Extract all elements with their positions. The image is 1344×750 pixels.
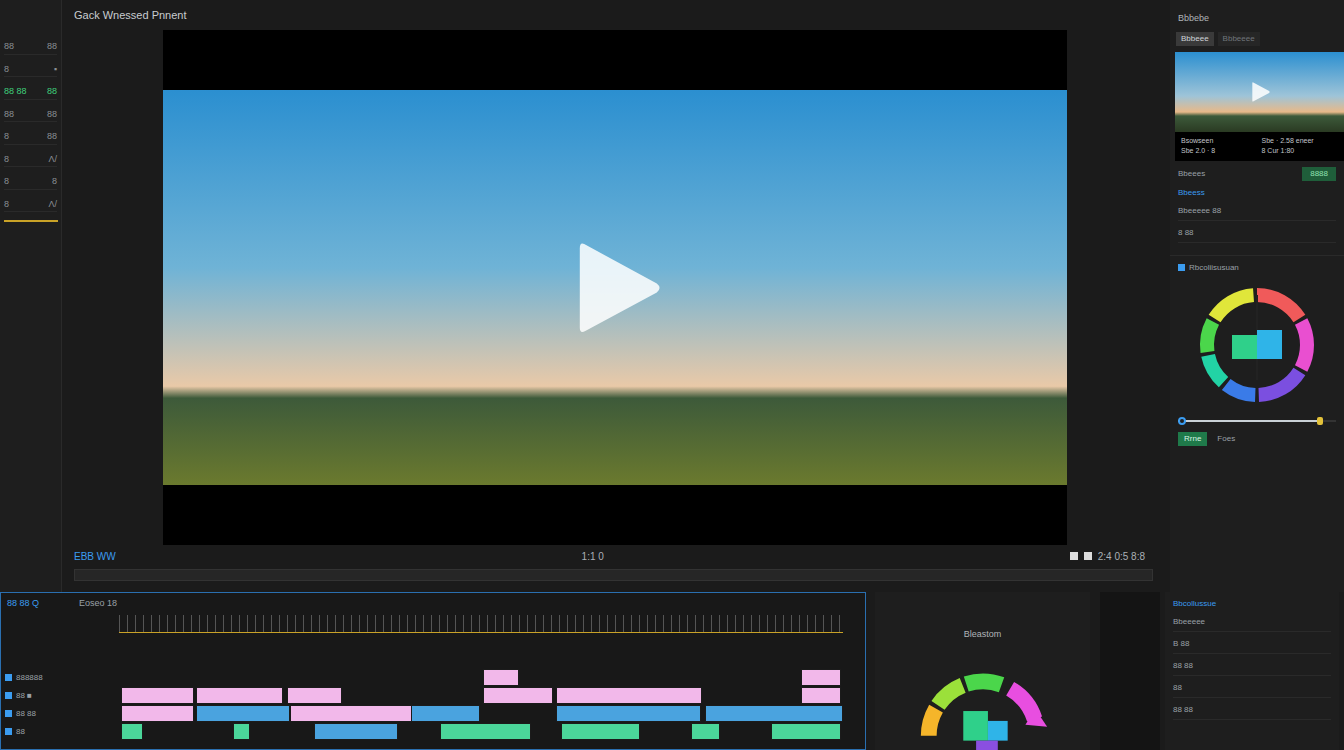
timeline-clip[interactable] — [121, 687, 193, 704]
left-panel-row[interactable]: 88 — [4, 175, 57, 190]
left-panel-divider — [4, 220, 58, 222]
timeline-clip[interactable] — [290, 705, 413, 722]
color-wheel-icon[interactable] — [1192, 280, 1322, 410]
timeline-clip[interactable] — [314, 723, 397, 740]
track-icon — [5, 728, 12, 735]
bottom-row[interactable]: 88 88 — [1173, 660, 1331, 676]
timeline-tracks: 88888888 ■88 8888 — [1, 669, 865, 740]
thumbnail-caption: BsowseenSbe · 2.58 eneerSbe 2.0 · 88 Cur… — [1175, 132, 1344, 161]
left-panel-row[interactable]: 8888 — [4, 40, 57, 55]
view-icon[interactable] — [1070, 552, 1078, 560]
panel-tab[interactable]: Bbbeeee — [1218, 32, 1260, 46]
timeline-clip[interactable] — [801, 687, 841, 704]
bottom-row[interactable]: 88 — [1173, 682, 1331, 698]
viewer-controls: EBB WW 1:1 0 2:4 0:5 8:8 — [62, 545, 1165, 567]
section-row[interactable]: Bbeeeee 88 — [1178, 205, 1336, 221]
color-panel: Bleastom — [875, 592, 1090, 750]
color-arc-icon[interactable] — [908, 642, 1058, 750]
timeline-clip[interactable] — [287, 687, 342, 704]
timeline-clip[interactable] — [233, 723, 250, 740]
timeline-ruler[interactable] — [119, 615, 843, 633]
color-button[interactable]: Rrne — [1178, 432, 1207, 446]
left-panel: 88888▪88 888888888888Λ/888Λ/ — [0, 0, 62, 592]
track-icon — [5, 692, 12, 699]
right-readout: 2:4 0:5 8:8 — [1098, 549, 1145, 564]
timecode: EBB WW — [74, 549, 116, 564]
timeline-clip[interactable] — [196, 687, 283, 704]
left-panel-row[interactable]: 8Λ/ — [4, 198, 57, 213]
play-icon[interactable] — [560, 233, 670, 343]
video-frame — [163, 90, 1067, 485]
timeline-clip[interactable] — [121, 705, 193, 722]
timeline-clip[interactable] — [411, 705, 480, 722]
timeline-clip[interactable] — [483, 687, 553, 704]
track-lane — [119, 723, 843, 740]
video-editor: 88888▪88 888888888888Λ/888Λ/Gack Wnessed… — [0, 0, 1344, 750]
info-section: BbeessBbeeeee 888 88 — [1170, 187, 1344, 243]
mini-panel — [1100, 592, 1160, 750]
viewer-canvas — [163, 30, 1067, 545]
color-section: RbcoliisusuanRrneFoes — [1170, 255, 1344, 446]
timeline-clip[interactable] — [561, 723, 641, 740]
color-section-icon — [1178, 264, 1185, 271]
timeline-clip[interactable] — [771, 723, 841, 740]
bottom-area: 88 88 QEoseo 1888888888 ■88 8888Bleastom… — [0, 592, 1344, 750]
track-label[interactable]: 888888 — [1, 669, 119, 686]
timeline-clip[interactable] — [705, 705, 843, 722]
main-area: 88888▪88 888888888888Λ/888Λ/Gack Wnessed… — [0, 0, 1344, 592]
left-panel-row[interactable]: 8Λ/ — [4, 153, 57, 168]
track-label[interactable]: 88 — [1, 723, 119, 740]
timeline-track: 888888 — [1, 669, 865, 686]
left-panel-row[interactable]: 8▪ — [4, 63, 57, 78]
panel-tabs: Bbbeee Bbbeeee — [1170, 32, 1344, 46]
timeline-clip[interactable] — [801, 669, 841, 686]
timeline-clip[interactable] — [440, 723, 531, 740]
center-readout: 1:1 0 — [582, 549, 604, 564]
timeline-track: 88 — [1, 723, 865, 740]
timeline-clip[interactable] — [196, 705, 290, 722]
track-icon — [5, 710, 12, 717]
timeline-track: 88 88 — [1, 705, 865, 722]
right-bottom-panel: BbcollussueBbeeeeeB 8888 888888 88 — [1165, 592, 1339, 750]
title-bar: Gack Wnessed Pnnent — [62, 0, 1165, 30]
track-lane — [119, 687, 843, 704]
track-label[interactable]: 88 ■ — [1, 687, 119, 704]
left-panel-row[interactable]: 888 — [4, 130, 57, 145]
track-label[interactable]: 88 88 — [1, 705, 119, 722]
info-button[interactable]: 8888 — [1302, 167, 1336, 181]
thumbnail-play-icon[interactable] — [1248, 80, 1272, 104]
left-panel-row[interactable]: 8888 — [4, 108, 57, 123]
thumbnail[interactable]: BsowseenSbe · 2.58 eneerSbe 2.0 · 88 Cur… — [1175, 52, 1344, 161]
right-controls: 2:4 0:5 8:8 — [1070, 549, 1145, 564]
bottom-row[interactable]: Bbeeeee — [1173, 616, 1331, 632]
scrub-bar[interactable] — [74, 569, 1153, 581]
timeline-clip[interactable] — [691, 723, 720, 740]
left-panel-row[interactable]: 88 8888 — [4, 85, 57, 100]
timeline: 88 88 QEoseo 18 88888888 ■88 8888 — [0, 592, 866, 750]
right-panel: Bbbebe Bbbeee Bbbeeee BsowseenSbe · 2.58 en… — [1170, 0, 1344, 592]
panel-tab[interactable]: Bbbeee — [1176, 32, 1214, 46]
panel-header: Bbbebe — [1170, 12, 1344, 26]
track-icon — [5, 674, 12, 681]
viewer — [62, 30, 1165, 545]
bottom-row[interactable]: B 88 — [1173, 638, 1331, 654]
timeline-clip[interactable] — [556, 705, 701, 722]
section-row[interactable]: 8 88 — [1178, 227, 1336, 243]
timeline-clip[interactable] — [556, 687, 702, 704]
timeline-header: 88 88 QEoseo 18 — [1, 593, 865, 615]
viewer-column: Gack Wnessed Pnnent EBB WW 1:1 0 2:4 0:5 8:… — [62, 0, 1165, 592]
timeline-clip[interactable] — [483, 669, 518, 686]
color-slider[interactable] — [1178, 416, 1336, 426]
timeline-clip[interactable] — [121, 723, 143, 740]
thumbnail-frame — [1175, 52, 1344, 132]
timeline-track: 88 ■ — [1, 687, 865, 704]
track-lane — [119, 669, 843, 686]
view-icon[interactable] — [1084, 552, 1092, 560]
info-row: Bbeees8888 — [1170, 167, 1344, 181]
bottom-row[interactable]: 88 88 — [1173, 704, 1331, 720]
track-lane — [119, 705, 843, 722]
